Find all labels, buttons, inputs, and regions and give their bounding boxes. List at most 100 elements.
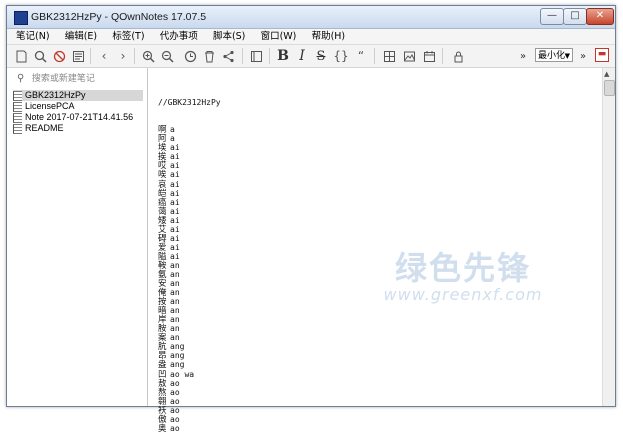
minimize-button[interactable]: — bbox=[540, 8, 564, 25]
line-pinyin: an bbox=[170, 279, 180, 289]
editor-line: 氨 an bbox=[158, 269, 221, 280]
line-pinyin: an bbox=[170, 260, 180, 270]
scroll-up-icon[interactable]: ▲ bbox=[604, 70, 609, 78]
editor-line: 唉 ai bbox=[158, 170, 221, 180]
editor-text[interactable]: //GBK2312HzPy 啊 a 阿 a 埃 ai 挨 ai 哎 ai 唉 ai 哀 ai 皑 ai 癌 ai 蔼… bbox=[158, 80, 221, 433]
line-pinyin: ai bbox=[170, 170, 180, 180]
italic-button[interactable]: I bbox=[294, 48, 310, 64]
clock-icon[interactable] bbox=[182, 48, 198, 64]
editor-line: 盎 ang bbox=[158, 360, 221, 370]
distraction-free-icon[interactable] bbox=[248, 48, 264, 64]
strikethrough-button[interactable]: S bbox=[313, 48, 329, 64]
calendar-icon[interactable] bbox=[421, 48, 437, 64]
back-icon[interactable]: ‹ bbox=[96, 48, 112, 64]
note-icon bbox=[13, 101, 22, 112]
editor-first-line: //GBK2312HzPy bbox=[158, 98, 221, 108]
scroll-thumb[interactable] bbox=[604, 80, 615, 96]
line-pinyin: a bbox=[170, 125, 175, 135]
watermark-cn: 绿色先锋 bbox=[394, 249, 531, 287]
line-pinyin: an bbox=[170, 333, 180, 343]
note-title: GBK2312HzPy bbox=[25, 90, 86, 100]
search-field[interactable]: ⚲ 搜索或新建笔记 bbox=[17, 71, 141, 86]
line-pinyin: ao bbox=[170, 396, 180, 406]
menu-scripts[interactable]: 脚本(S) bbox=[207, 29, 251, 44]
zoom-in-icon[interactable] bbox=[140, 48, 156, 64]
code-block-button[interactable]: {} bbox=[333, 48, 349, 64]
image-icon[interactable] bbox=[401, 48, 417, 64]
editor-line: 埃 ai bbox=[158, 143, 221, 153]
toolbar-overflow-icon[interactable]: » bbox=[515, 48, 531, 64]
line-pinyin: ai bbox=[170, 233, 180, 243]
trash-icon[interactable] bbox=[201, 48, 217, 64]
line-pinyin: ai bbox=[170, 188, 180, 198]
editor-line: 安 an bbox=[158, 279, 221, 289]
table-icon[interactable] bbox=[381, 48, 397, 64]
editor-line: 傲 ao bbox=[158, 414, 221, 425]
editor-line: 俺 an bbox=[158, 288, 221, 298]
line-pinyin: an bbox=[170, 288, 180, 298]
chevron-down-icon: ▼ bbox=[564, 52, 570, 60]
editor-scrollbar[interactable]: ▲ bbox=[602, 68, 615, 406]
line-pinyin: ai bbox=[170, 152, 180, 162]
editor-line: 昂 ang bbox=[158, 351, 221, 361]
menu-help[interactable]: 帮助(H) bbox=[306, 29, 352, 44]
maximize-button[interactable]: □ bbox=[563, 8, 587, 25]
watermark: 绿色先锋 www.greenxf.com bbox=[378, 243, 548, 304]
editor-line: 案 an bbox=[158, 333, 221, 343]
line-pinyin: ao bbox=[170, 414, 180, 424]
list-item[interactable]: Note 2017-07-21T14.41.56 bbox=[13, 112, 143, 123]
menu-edit[interactable]: 编辑(E) bbox=[59, 29, 103, 44]
line-pinyin: an bbox=[170, 297, 180, 307]
quote-button[interactable]: “ bbox=[353, 48, 369, 64]
editor-line: 岸 an bbox=[158, 315, 221, 325]
editor-line: 隘 ai bbox=[158, 252, 221, 262]
menu-notes[interactable]: 笔记(N) bbox=[7, 29, 56, 44]
search-placeholder: 搜索或新建笔记 bbox=[31, 74, 95, 84]
note-list-icon[interactable] bbox=[70, 48, 86, 64]
new-note-icon[interactable] bbox=[13, 48, 29, 64]
line-pinyin: ao bbox=[170, 378, 180, 388]
note-editor[interactable]: //GBK2312HzPy 啊 a 阿 a 埃 ai 挨 ai 哎 ai 唉 ai 哀 ai 皑 ai 癌 ai 蔼… bbox=[148, 68, 603, 433]
editor-line: 艾 ai bbox=[158, 225, 221, 235]
editor-line: 鞍 an bbox=[158, 260, 221, 271]
editor-line: 爱 ai bbox=[158, 242, 221, 253]
panel-toggle-icon[interactable]: ▬ bbox=[595, 48, 609, 62]
menu-todo[interactable]: 代办事项 bbox=[154, 29, 204, 44]
note-sidebar: ⚲ 搜索或新建笔记 GBK2312HzPy LicensePCA Note 20… bbox=[7, 68, 148, 406]
app-icon bbox=[14, 11, 28, 25]
zoom-out-icon[interactable] bbox=[159, 48, 175, 64]
menu-tags[interactable]: 标签(T) bbox=[106, 29, 150, 44]
line-pinyin: ai bbox=[170, 206, 180, 216]
editor-line: 啊a bbox=[158, 125, 221, 135]
zoom-select[interactable]: 最小化 ▼ bbox=[535, 48, 573, 62]
search-icon[interactable] bbox=[32, 48, 48, 64]
delete-note-icon[interactable] bbox=[51, 48, 67, 64]
zoom-select-value: 最小化 bbox=[538, 51, 566, 61]
toolbar-overflow-icon-2[interactable]: » bbox=[575, 48, 591, 64]
line-pinyin: an bbox=[170, 315, 180, 325]
line-pinyin: an bbox=[170, 269, 180, 279]
lock-icon[interactable] bbox=[450, 48, 466, 64]
editor-line: 翱 ao bbox=[158, 396, 221, 407]
line-pinyin: an bbox=[170, 324, 180, 334]
line-hanzi: 奥 bbox=[158, 423, 167, 434]
close-button[interactable]: ✕ bbox=[586, 8, 614, 25]
title-bar[interactable]: GBK2312HzPy - QOwnNotes 17.07.5 — □ ✕ bbox=[7, 6, 615, 29]
share-icon[interactable] bbox=[220, 48, 236, 64]
bold-button[interactable]: B bbox=[275, 48, 291, 64]
list-item[interactable]: README bbox=[13, 123, 143, 134]
menu-window[interactable]: 窗口(W) bbox=[255, 29, 303, 44]
line-pinyin: ai bbox=[170, 242, 180, 252]
editor-line: 皑 ai bbox=[158, 188, 221, 199]
forward-icon[interactable]: › bbox=[115, 48, 131, 64]
note-title: LicensePCA bbox=[25, 101, 75, 111]
note-icon bbox=[13, 123, 22, 134]
line-pinyin: ai bbox=[170, 179, 180, 189]
list-item[interactable]: LicensePCA bbox=[13, 101, 143, 112]
line-pinyin: ai bbox=[170, 143, 180, 153]
editor-line: 碍 ai bbox=[158, 233, 221, 244]
editor-line: 蔼 ai bbox=[158, 206, 221, 217]
note-title: README bbox=[25, 123, 64, 133]
list-item[interactable]: GBK2312HzPy bbox=[13, 90, 143, 101]
editor-line: 阿a bbox=[158, 134, 221, 144]
